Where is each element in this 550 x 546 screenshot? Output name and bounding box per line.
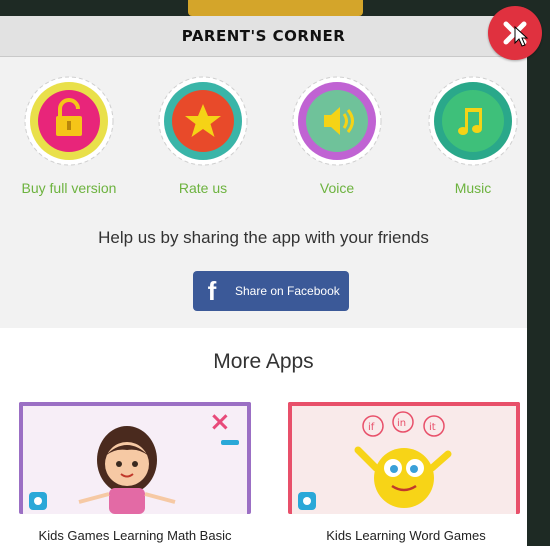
share-button-label: Share on Facebook: [235, 284, 340, 298]
star-icon[interactable]: [158, 76, 248, 166]
rate-us-label: Rate us: [178, 180, 228, 196]
rate-us-button[interactable]: Rate us: [138, 76, 268, 196]
share-message: Help us by sharing the app with your fri…: [98, 228, 429, 247]
svg-text:in: in: [397, 418, 406, 429]
parents-corner-dialog: PARENT'S CORNER Buy full version Rate us…: [0, 16, 527, 546]
svg-text:if: if: [368, 422, 375, 433]
buy-full-version-label: Buy full version: [21, 180, 117, 196]
voice-label: Voice: [319, 180, 355, 196]
speaker-icon[interactable]: [292, 76, 382, 166]
facebook-icon: f: [207, 275, 217, 306]
options-row: Buy full version Rate us Voice Music: [0, 76, 527, 216]
music-note-icon[interactable]: [428, 76, 518, 166]
buy-full-version-button[interactable]: Buy full version: [4, 76, 134, 196]
app-name-math[interactable]: Kids Games Learning Math Basic: [15, 528, 255, 543]
svg-text:it: it: [429, 422, 436, 433]
app-card-math[interactable]: ×: [19, 402, 251, 514]
math-app-thumbnail: ×: [19, 402, 251, 514]
background-app-logo: [188, 0, 363, 16]
dialog-title: PARENT'S CORNER: [181, 27, 346, 45]
svg-text:×: ×: [209, 407, 231, 437]
music-label: Music: [454, 180, 492, 196]
dialog-title-bar: PARENT'S CORNER: [0, 16, 527, 57]
share-on-facebook-button[interactable]: f Share on Facebook: [193, 271, 349, 311]
unlock-icon[interactable]: [24, 76, 114, 166]
app-card-word[interactable]: if in it: [288, 402, 520, 514]
app-name-word[interactable]: Kids Learning Word Games: [286, 528, 526, 543]
mouse-cursor-icon: [514, 26, 529, 47]
voice-button[interactable]: Voice: [272, 76, 402, 196]
word-app-thumbnail: if in it: [288, 402, 520, 514]
music-button[interactable]: Music: [408, 76, 527, 196]
more-apps-title: More Apps: [213, 350, 314, 373]
more-apps-section: More Apps × Kids Games Learning Math Bas…: [0, 328, 527, 546]
